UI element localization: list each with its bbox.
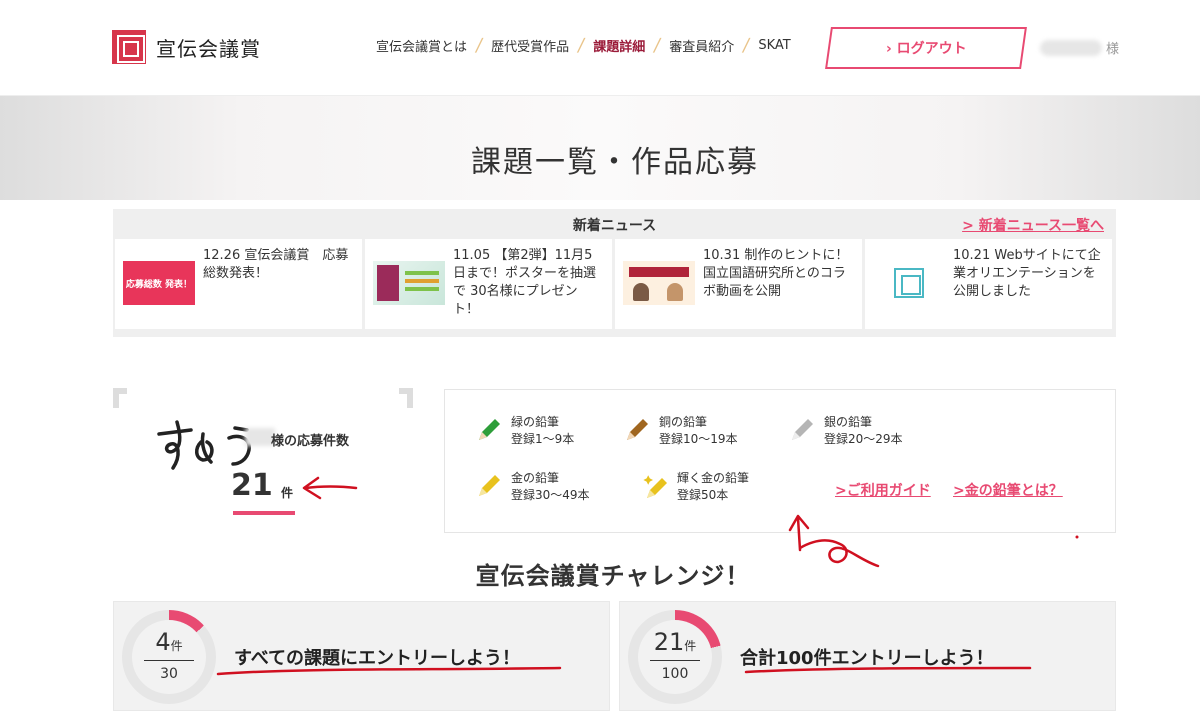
progress-total: 100 [661,666,689,682]
logout-label: › ログアウト [885,41,967,57]
entry-count-value: 21 [231,468,273,503]
nav-separator: / [474,34,485,56]
logo-text: 宣伝会議賞 [156,36,261,61]
pencil-range: 登録50本 [677,488,729,502]
nav-separator: / [576,34,587,56]
news-item[interactable]: 11.05 【第2弾】11月5日まで！ポスターを抽選で 30名様にプレゼント！ [365,239,612,329]
pencil-name: 輝く金の鉛筆 [677,471,750,485]
progress-total: 30 [160,666,178,682]
announcement-thumbnail: 応募総数 発表！ [123,261,195,305]
progress-ring: 21件 100 [628,610,722,704]
progress-divider [650,660,700,661]
gold-pencil-icon [479,475,500,496]
nav-judges[interactable]: 審査員紹介 [669,36,734,55]
user-name: 様 [1040,38,1119,57]
nav-separator: / [741,34,752,56]
count-underline [233,511,295,515]
pencil-range: 登録1〜9本 [511,432,575,446]
challenge-text: すべての課題にエントリーしよう！ [234,648,521,669]
challenge-title: 宣伝会議賞チャレンジ！ [475,562,751,590]
news-section: 新着ニュース > 新着ニュース一覧へ 応募総数 発表！ 12.26 宣伝会議賞 … [113,209,1116,337]
shining-gold-pencil-icon [643,475,667,498]
site-logo[interactable]: 宣伝会議賞 [112,30,261,64]
corner-decoration [113,388,127,408]
corner-decoration [399,388,413,408]
progress-count: 21件 [653,628,697,656]
nav-skat[interactable]: SKAT [758,38,790,53]
logo-thumbnail [873,261,945,305]
site-header: 宣伝会議賞 宣伝会議賞とは / 歴代受賞作品 / 課題詳細 / 審査員紹介 / … [0,0,1200,96]
pencil-name: 銀の鉛筆 [824,415,873,429]
bronze-pencil-icon [627,419,648,440]
pencil-rank-shining-gold: 輝く金の鉛筆 登録50本 [641,470,749,504]
nav-task-details[interactable]: 課題詳細 [593,36,645,55]
pencil-name: 銅の鉛筆 [659,415,708,429]
news-item-text: 11.05 【第2弾】11月5日まで！ポスターを抽選で 30名様にプレゼント！ [453,248,597,317]
pencil-rank-box: 緑の鉛筆登録1〜9本 銅の鉛筆登録10〜19本 銀の鉛筆登録20〜29本 金の鉛… [444,389,1116,533]
nav-separator: / [652,34,663,56]
video-thumbnail [623,261,695,305]
news-item[interactable]: 応募総数 発表！ 12.26 宣伝会議賞 応募総数発表！ [115,239,362,329]
progress-ring-center: 21件 100 [638,620,712,694]
redacted-username [1040,39,1102,56]
pencil-rank-green: 緑の鉛筆登録1〜9本 [475,414,574,448]
pencil-name: 緑の鉛筆 [511,415,560,429]
usage-guide-link[interactable]: >ご利用ガイド [835,480,931,500]
entry-count-label: 様の応募件数 [271,434,350,449]
news-item[interactable]: 10.31 制作のヒントに！国立国語研究所とのコラボ動画を公開 [615,239,862,329]
progress-divider [144,660,194,661]
entry-count-box: 様の応募件数 21 件 [113,388,413,528]
nav-past-winners[interactable]: 歴代受賞作品 [491,36,569,55]
progress-ring: 4件 30 [122,610,216,704]
page-title: 課題一覧・作品応募 [471,145,759,180]
dot-annotation [1075,535,1079,539]
pencil-rank-gold: 金の鉛筆登録30〜49本 [475,470,590,504]
pencil-range: 登録20〜29本 [824,432,903,446]
news-all-link[interactable]: > 新着ニュース一覧へ [962,215,1104,235]
pencil-range: 登録30〜49本 [511,488,590,502]
news-item-text: 10.31 制作のヒントに！国立国語研究所とのコラボ動画を公開 [703,248,849,299]
logo-mark-icon [112,30,146,64]
pencil-rank-bronze: 銅の鉛筆登録10〜19本 [623,414,738,448]
challenge-card[interactable]: 21件 100 合計100件エントリーしよう！ [619,601,1116,711]
challenge-card[interactable]: 4件 30 すべての課題にエントリーしよう！ [113,601,610,711]
logout-button[interactable]: › ログアウト [825,27,1027,69]
pencil-range: 登録10〜19本 [659,432,738,446]
pencil-name: 金の鉛筆 [511,471,560,485]
main-nav: 宣伝会議賞とは / 歴代受賞作品 / 課題詳細 / 審査員紹介 / SKAT [376,34,791,56]
news-item-text: 10.21 Webサイトにて企業オリエンテーションを公開しました [953,248,1101,299]
silver-pencil-icon [792,419,813,440]
user-suffix: 様 [1106,42,1120,57]
news-item[interactable]: 10.21 Webサイトにて企業オリエンテーションを公開しました [865,239,1112,329]
challenge-text: 合計100件エントリーしよう！ [740,648,994,669]
nav-about[interactable]: 宣伝会議賞とは [376,36,467,55]
poster-thumbnail [373,261,445,305]
green-pencil-icon [479,419,500,440]
pencil-rank-silver: 銀の鉛筆登録20〜29本 [788,414,903,448]
entry-count-unit: 件 [281,486,294,500]
progress-count: 4件 [155,628,183,656]
progress-ring-center: 4件 30 [132,620,206,694]
news-item-text: 12.26 宣伝会議賞 応募総数発表！ [203,248,349,281]
gold-pencil-link[interactable]: >金の鉛筆とは？ [953,480,1063,500]
